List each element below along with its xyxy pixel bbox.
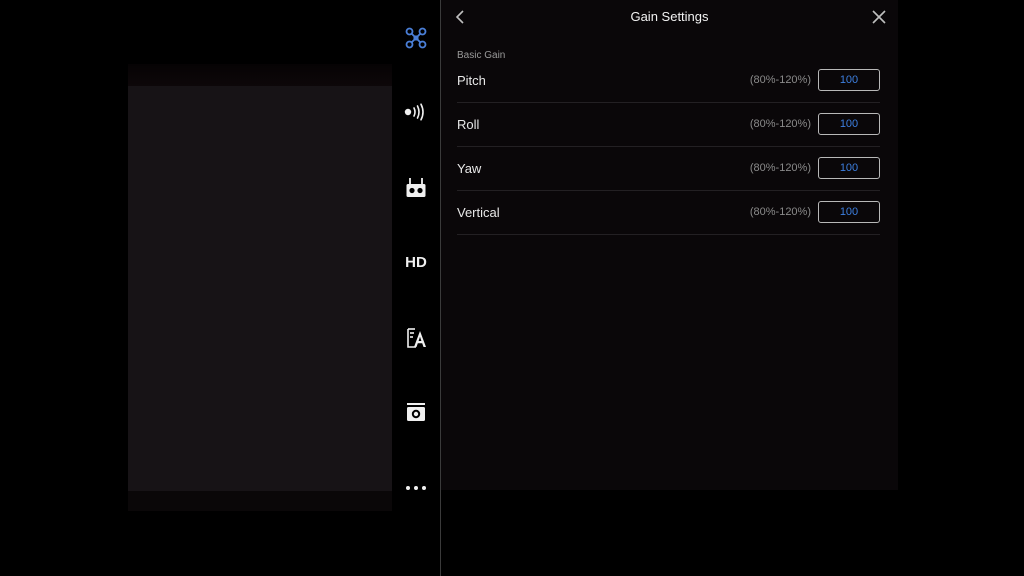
gain-row-pitch: Pitch (80%-120%) [457,59,880,103]
gain-row-roll: Roll (80%-120%) [457,103,880,147]
sidebar-item-camera[interactable] [392,394,440,430]
gimbal-tuning-icon [407,328,426,348]
gain-label: Roll [457,117,480,132]
sidebar-item-aircraft[interactable] [392,20,440,56]
pitch-gain-input[interactable] [818,69,880,91]
panel-header: Gain Settings [441,0,898,34]
gain-range: (80%-120%) [749,118,811,130]
gain-row-vertical: Vertical (80%-120%) [457,191,880,235]
background-lower-band [128,491,392,511]
camera-icon [407,403,425,421]
gain-row-yaw: Yaw (80%-120%) [457,147,880,191]
more-icon [406,486,426,490]
camera-preview-area [128,86,392,491]
sidebar-item-hd[interactable]: HD [392,244,440,280]
sidebar-item-signal[interactable] [392,94,440,130]
background-top-band [128,64,428,86]
gain-list: Pitch (80%-120%) Roll (80%-120%) Yaw (80… [457,59,880,235]
gain-label: Vertical [457,205,500,220]
remote-controller-icon [406,178,426,197]
close-icon [872,10,886,24]
gain-range: (80%-120%) [749,162,811,174]
sidebar-item-more[interactable] [392,470,440,506]
hd-icon: HD [405,253,427,271]
gain-range: (80%-120%) [749,206,811,218]
gain-label: Yaw [457,161,482,176]
gain-label: Pitch [457,73,486,88]
sidebar-item-gimbal-tuning[interactable] [392,320,440,356]
gain-range: (80%-120%) [749,74,811,86]
page-title: Gain Settings [630,9,709,24]
close-button[interactable] [870,6,888,28]
roll-gain-input[interactable] [818,113,880,135]
gain-settings-panel: Gain Settings Basic Gain Pitch (80%-120%… [441,0,898,490]
sidebar-item-remote-controller[interactable] [392,170,440,206]
settings-sidebar: HD [392,0,440,576]
aircraft-icon [405,27,427,49]
vertical-gain-input[interactable] [818,201,880,223]
signal-icon [404,103,424,121]
screen: HD Gain Settings Basic Gain Pitch (80%-1… [0,0,1024,576]
yaw-gain-input[interactable] [818,157,880,179]
